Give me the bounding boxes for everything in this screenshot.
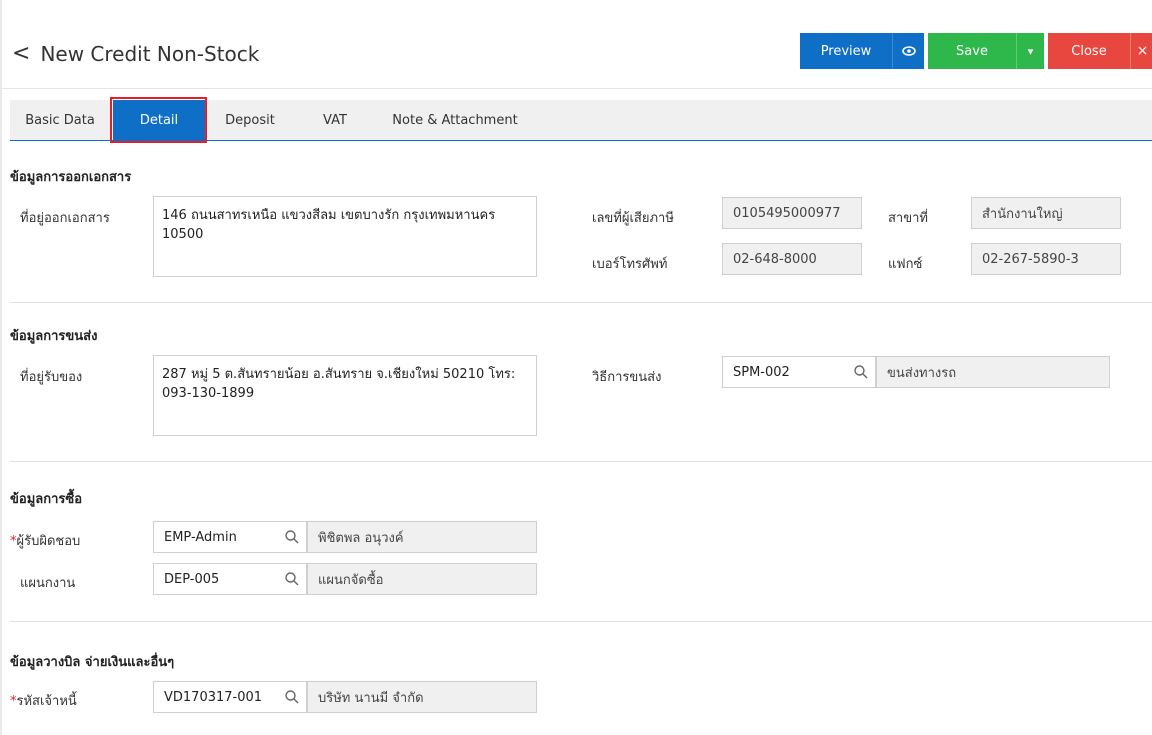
search-icon[interactable] bbox=[853, 364, 869, 380]
doc-section-title: ข้อมูลการออกเอกสาร bbox=[10, 170, 132, 185]
page-title-text: New Credit Non-Stock bbox=[40, 42, 260, 66]
dept-code-input[interactable]: DEP-005 bbox=[153, 563, 307, 595]
doc-address-label: ที่อยู่ออกเอกสาร bbox=[20, 211, 110, 226]
owner-code: EMP-Admin bbox=[164, 529, 237, 545]
branch-field: สำนักงานใหญ่ bbox=[971, 197, 1121, 229]
tab-note-attachment[interactable]: Note & Attachment bbox=[375, 100, 535, 140]
taxid-label: เลขที่ผู้เสียภาษี bbox=[592, 211, 674, 226]
close-icon: × bbox=[1136, 43, 1149, 59]
caret-down-icon: ▾ bbox=[1027, 44, 1034, 58]
page-header: < New Credit Non-Stock Preview Save ▾ Cl… bbox=[2, 8, 1152, 88]
tab-basic-data[interactable]: Basic Data bbox=[10, 100, 110, 140]
dept-label: แผนกงาน bbox=[20, 576, 76, 591]
fax-label: แฟกซ์ bbox=[888, 257, 923, 272]
close-button[interactable]: Close bbox=[1048, 33, 1130, 69]
ship-address-label: ที่อยู่รับของ bbox=[20, 370, 83, 385]
billing-section-title: ข้อมูลวางบิล จ่ายเงินและอื่นๆ bbox=[10, 655, 175, 670]
ship-method-label: วิธีการขนส่ง bbox=[592, 370, 662, 385]
preview-eye-button[interactable] bbox=[892, 33, 924, 69]
close-x-button[interactable]: × bbox=[1130, 33, 1152, 69]
search-icon[interactable] bbox=[284, 689, 300, 705]
eye-icon bbox=[901, 46, 916, 56]
phone-field: 02-648-8000 bbox=[722, 243, 862, 275]
section-divider bbox=[10, 461, 1152, 462]
page-title: < New Credit Non-Stock bbox=[12, 42, 259, 66]
ship-method-name-field: ขนส่งทางรถ bbox=[876, 356, 1110, 388]
dept-code: DEP-005 bbox=[164, 571, 220, 587]
owner-code-input[interactable]: EMP-Admin bbox=[153, 521, 307, 553]
creditor-name-field: บริษัท นานมี จำกัด bbox=[307, 681, 537, 713]
creditor-code: VD170317-001 bbox=[164, 689, 263, 705]
ship-method-code-input[interactable]: SPM-002 bbox=[722, 356, 876, 388]
dept-name-field: แผนกจัดซื้อ bbox=[307, 563, 537, 595]
creditor-code-input[interactable]: VD170317-001 bbox=[153, 681, 307, 713]
preview-button[interactable]: Preview bbox=[800, 33, 892, 69]
ship-address-field[interactable]: 287 หมู่ 5 ต.สันทรายน้อย อ.สันทราย จ.เชี… bbox=[153, 355, 537, 436]
ship-method-code: SPM-002 bbox=[733, 364, 790, 380]
ship-section-title: ข้อมูลการขนส่ง bbox=[10, 329, 98, 344]
back-chevron-icon[interactable]: < bbox=[12, 43, 30, 65]
left-edge bbox=[0, 0, 2, 735]
tab-deposit[interactable]: Deposit bbox=[205, 100, 295, 140]
doc-address-field[interactable]: 146 ถนนสาทรเหนือ แขวงสีลม เขตบางรัก กรุง… bbox=[153, 196, 537, 277]
save-button[interactable]: Save bbox=[928, 33, 1016, 69]
creditor-label: *รหัสเจ้าหนี้ bbox=[10, 694, 77, 709]
tab-highlight-box bbox=[110, 97, 207, 143]
phone-label: เบอร์โทรศัพท์ bbox=[592, 257, 668, 272]
section-divider bbox=[10, 621, 1152, 622]
taxid-field: 0105495000977 bbox=[722, 197, 862, 229]
purchase-section-title: ข้อมูลการซื้อ bbox=[10, 492, 83, 507]
search-icon[interactable] bbox=[284, 529, 300, 545]
header-divider bbox=[2, 88, 1152, 89]
top-strip bbox=[0, 0, 1152, 8]
section-divider bbox=[10, 302, 1152, 303]
owner-name-field: พิชิตพล อนุวงค์ bbox=[307, 521, 537, 553]
branch-label: สาขาที่ bbox=[888, 211, 928, 226]
fax-field: 02-267-5890-3 bbox=[971, 243, 1121, 275]
save-dropdown-button[interactable]: ▾ bbox=[1016, 33, 1044, 69]
owner-label: *ผู้รับผิดชอบ bbox=[10, 534, 81, 549]
tab-vat[interactable]: VAT bbox=[295, 100, 375, 140]
search-icon[interactable] bbox=[284, 571, 300, 587]
